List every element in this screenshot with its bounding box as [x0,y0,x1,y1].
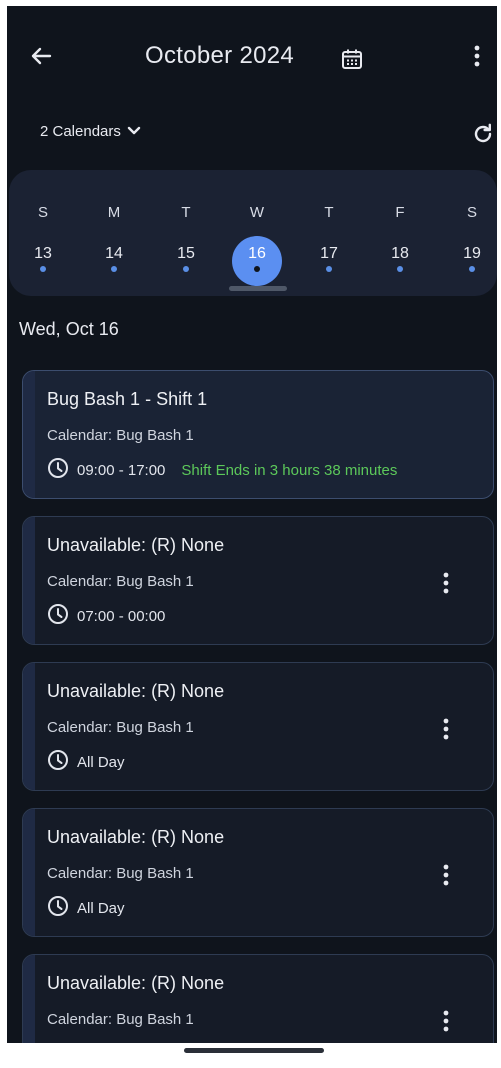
event-title: Unavailable: (R) None [47,827,225,847]
chevron-down-icon [127,123,141,140]
day-of-week: M [107,204,121,221]
event-title: Bug Bash 1 - Shift 1 [47,389,208,409]
drag-handle[interactable] [229,286,287,291]
event-time-row: All Day [47,749,125,775]
calendar-selector[interactable]: 2 Calendars [40,123,141,140]
event-dot [469,266,475,272]
event-dot [183,266,189,272]
event-calendar: Calendar: Bug Bash 1 [47,573,194,590]
day-thursday[interactable]: T 17 [304,204,354,263]
event-dot [111,266,117,272]
clock-icon [47,895,69,921]
back-arrow-icon[interactable] [23,38,59,74]
day-sunday[interactable]: S 13 [18,204,68,263]
day-of-week: F [395,204,405,221]
event-time-row: All Day [47,895,125,921]
clock-icon [47,749,69,775]
calendar-icon[interactable] [339,46,365,72]
event-title: Unavailable: (R) None [47,973,225,993]
event-title: Unavailable: (R) None [47,681,225,701]
day-of-week: S [466,204,477,221]
home-indicator[interactable] [184,1048,324,1053]
more-vert-icon[interactable] [463,38,491,74]
event-card[interactable]: Bug Bash 1 - Shift 1 Calendar: Bug Bash … [22,370,494,499]
event-accent-bar [23,809,35,936]
shift-status: Shift Ends in 3 hours 38 minutes [181,461,398,479]
event-accent-bar [23,955,35,1043]
event-accent-bar [23,663,35,790]
day-number: 19 [463,245,481,262]
event-time-row: 09:00 - 17:00 Shift Ends in 3 hours 38 m… [47,457,397,483]
event-time: 09:00 - 17:00 [77,461,166,479]
day-of-week: T [181,204,191,221]
day-wednesday[interactable]: W 16 [232,204,282,263]
day-number: 18 [391,245,409,262]
more-vert-icon[interactable] [434,565,458,601]
day-of-week: S [37,204,48,221]
event-calendar: Calendar: Bug Bash 1 [47,427,194,444]
day-of-week: T [324,204,334,221]
day-number: 17 [320,245,338,262]
day-number: 13 [34,245,52,262]
date-heading: Wed, Oct 16 [19,319,119,339]
more-vert-icon[interactable] [434,711,458,747]
event-calendar: Calendar: Bug Bash 1 [47,1011,194,1028]
calendar-selector-label: 2 Calendars [40,123,121,140]
page-title: October 2024 [145,42,295,69]
event-card[interactable]: Unavailable: (R) None Calendar: Bug Bash… [22,954,494,1043]
day-of-week: W [249,204,265,221]
day-number: 14 [105,245,123,262]
day-saturday[interactable]: S 19 [447,204,497,263]
event-accent-bar [23,517,35,644]
event-card[interactable]: Unavailable: (R) None Calendar: Bug Bash… [22,808,494,937]
event-time: 07:00 - 00:00 [77,607,166,625]
refresh-icon[interactable] [469,120,497,148]
event-time: All Day [77,899,125,917]
event-dot [397,266,403,272]
day-friday[interactable]: F 18 [375,204,425,263]
event-calendar: Calendar: Bug Bash 1 [47,865,194,882]
more-vert-icon[interactable] [434,857,458,893]
day-number: 15 [177,245,195,262]
event-dot [40,266,46,272]
event-dot [254,266,260,272]
day-number-selected: 16 [248,245,266,262]
clock-icon [47,603,69,629]
clock-icon [47,457,69,483]
app-screen: October 2024 2 Calendars S 13 M 14 T 15 … [7,6,497,1043]
event-card[interactable]: Unavailable: (R) None Calendar: Bug Bash… [22,662,494,791]
app-bar: October 2024 [7,6,497,106]
day-tuesday[interactable]: T 15 [161,204,211,263]
event-time-row: 07:00 - 00:00 [47,603,165,629]
event-calendar: Calendar: Bug Bash 1 [47,719,194,736]
event-dot [326,266,332,272]
event-accent-bar [23,371,35,498]
day-monday[interactable]: M 14 [89,204,139,263]
more-vert-icon[interactable] [434,1003,458,1039]
event-card[interactable]: Unavailable: (R) None Calendar: Bug Bash… [22,516,494,645]
event-title: Unavailable: (R) None [47,535,225,555]
event-time: All Day [77,753,125,771]
